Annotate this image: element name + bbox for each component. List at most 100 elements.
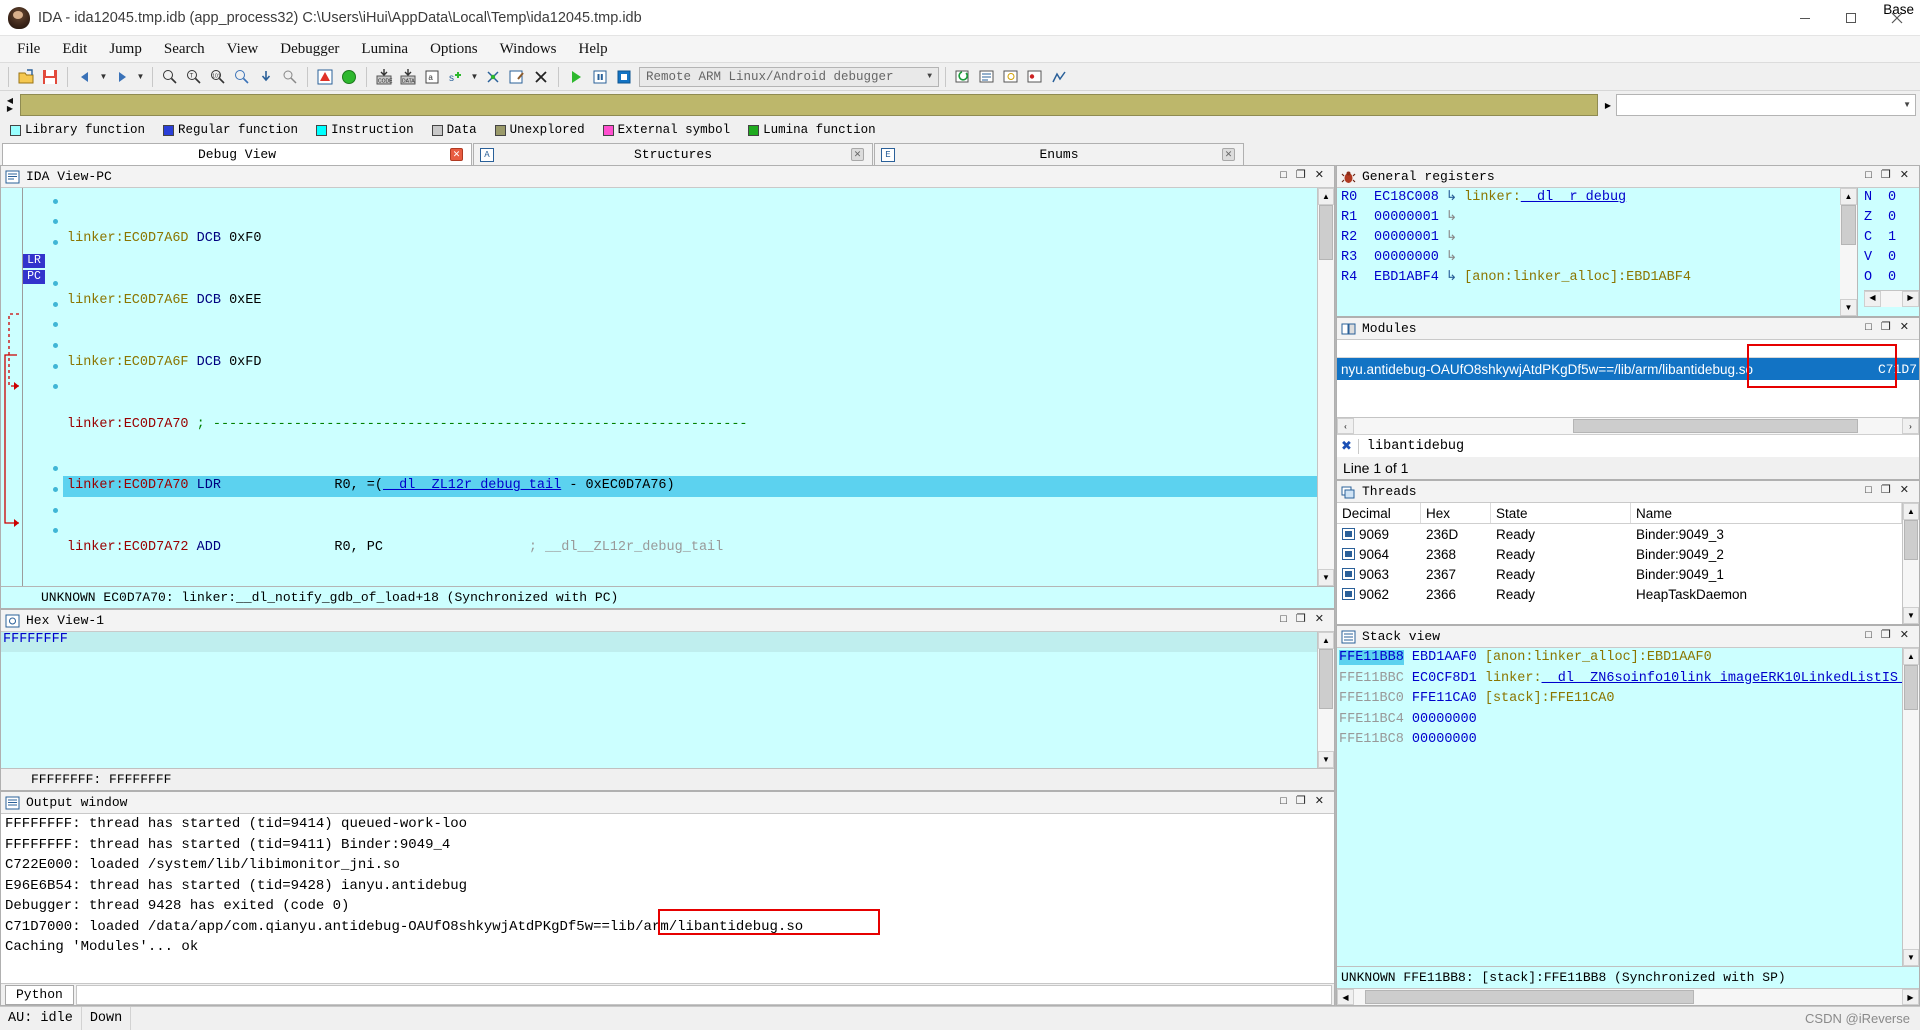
- modules-column-header[interactable]: Base: [1337, 2, 1919, 358]
- tab-close-icon[interactable]: ✕: [1222, 148, 1235, 161]
- disassembly-line[interactable]: linker:EC0D7A6F DCB 0xFD: [63, 353, 1317, 374]
- forward-dropdown-icon[interactable]: ▼: [135, 66, 146, 88]
- register-row[interactable]: R4 EBD1ABF4 ↳ [anon:linker_alloc]:EBD1AB…: [1341, 268, 1840, 288]
- menu-lumina[interactable]: Lumina: [350, 38, 419, 61]
- search-hex-icon[interactable]: [159, 66, 181, 88]
- stack-row[interactable]: FFE11BC8 00000000: [1339, 730, 1902, 751]
- stack-listing[interactable]: FFE11BB8 EBD1AAF0 [anon:linker_alloc]:EB…: [1337, 648, 1902, 966]
- menu-help[interactable]: Help: [568, 38, 619, 61]
- register-row[interactable]: R1 00000001 ↳: [1341, 208, 1840, 228]
- tab-close-icon[interactable]: ✕: [851, 148, 864, 161]
- threads-vertical-scrollbar[interactable]: ▲ ▼: [1902, 503, 1919, 624]
- registers-flags[interactable]: N0 Z0 C1 V0 O0 ◀ ▶: [1857, 188, 1919, 316]
- restore-button[interactable]: □: [1280, 171, 1287, 182]
- scroll-down-icon[interactable]: ▼: [1318, 751, 1334, 768]
- stack-row[interactable]: FFE11BC4 00000000: [1339, 710, 1902, 731]
- undefine-icon[interactable]: [482, 66, 504, 88]
- table-row[interactable]: 9064 2368 Ready Binder:9049_2: [1337, 544, 1902, 564]
- struct-dropdown-icon[interactable]: ▼: [469, 66, 480, 88]
- run-icon[interactable]: [565, 66, 587, 88]
- stack-value[interactable]: EC0CF8D1: [1412, 671, 1477, 686]
- disassembly-line[interactable]: linker:EC0D7A6E DCB 0xEE: [63, 291, 1317, 312]
- table-row[interactable]: 9069 236D Ready Binder:9049_3: [1337, 524, 1902, 544]
- registers-list[interactable]: R0 EC18C008 ↳ linker:__dl__r_debug R1 00…: [1337, 188, 1840, 316]
- minimize-button[interactable]: [1782, 0, 1828, 36]
- registers-vertical-scrollbar[interactable]: ▲ ▼: [1840, 188, 1857, 316]
- breakpoints-icon[interactable]: [1024, 66, 1046, 88]
- scroll-thumb[interactable]: [1904, 665, 1918, 710]
- scroll-right-icon[interactable]: ▶: [1902, 291, 1919, 307]
- scroll-thumb[interactable]: [1364, 990, 1694, 1004]
- make-code-icon[interactable]: CODE: [373, 66, 395, 88]
- close-button[interactable]: ✕: [1900, 323, 1909, 334]
- stop-icon[interactable]: [613, 66, 635, 88]
- stack-view-content[interactable]: FFE11BB8 EBD1AAF0 [anon:linker_alloc]:EB…: [1337, 648, 1919, 966]
- close-button[interactable]: ✕: [1315, 171, 1324, 182]
- scroll-thumb[interactable]: [1841, 205, 1856, 245]
- register-row[interactable]: R0 EC18C008 ↳ linker:__dl__r_debug: [1341, 188, 1840, 208]
- scroll-right-icon[interactable]: ›: [1902, 418, 1919, 434]
- scroll-right-icon[interactable]: ▶: [1902, 989, 1919, 1005]
- scroll-down-icon[interactable]: ▼: [1840, 299, 1857, 316]
- make-array-icon[interactable]: a: [421, 66, 443, 88]
- hex-line[interactable]: FFFFFFFF: [1, 632, 1317, 652]
- save-icon[interactable]: [39, 66, 61, 88]
- scroll-thumb[interactable]: [1573, 419, 1859, 433]
- maximize-button[interactable]: ❐: [1296, 797, 1306, 808]
- modules-filter-value[interactable]: libantidebug: [1357, 438, 1915, 454]
- scroll-up-icon[interactable]: ▲: [1903, 503, 1919, 520]
- disassembly-vertical-scrollbar[interactable]: ▲ ▼: [1317, 188, 1334, 586]
- scroll-track[interactable]: [1318, 205, 1334, 569]
- stack-row[interactable]: FFE11BC0 FFE11CA0 [stack]:FFE11CA0: [1339, 689, 1902, 710]
- forward-arrow-icon[interactable]: [111, 66, 133, 88]
- scroll-up-icon[interactable]: ▲: [1840, 188, 1857, 205]
- close-button[interactable]: ✕: [1900, 486, 1909, 497]
- warning-icon[interactable]: [314, 66, 336, 88]
- close-button[interactable]: ✕: [1900, 171, 1909, 182]
- scroll-up-icon[interactable]: ▲: [1903, 648, 1919, 665]
- threads-col-decimal[interactable]: Decimal: [1337, 503, 1421, 523]
- stack-horizontal-scrollbar[interactable]: ◀ ▶: [1337, 988, 1919, 1005]
- menu-windows[interactable]: Windows: [489, 38, 568, 61]
- disassembly-line[interactable]: linker:EC0D7A72 ADD R0, PC ; __dl__ZL12r…: [63, 538, 1317, 559]
- scroll-thumb[interactable]: [1904, 520, 1918, 560]
- scroll-up-icon[interactable]: ▲: [1318, 632, 1334, 649]
- navigator-overview[interactable]: [20, 94, 1598, 116]
- debugger-options-icon[interactable]: [976, 66, 998, 88]
- menu-search[interactable]: Search: [153, 38, 216, 61]
- nav-scroll-left[interactable]: ◀ ▶: [2, 92, 18, 118]
- stack-value[interactable]: FFE11CA0: [1412, 691, 1477, 706]
- table-row[interactable]: 9063 2367 Ready Binder:9049_1: [1337, 564, 1902, 584]
- no-search-icon[interactable]: [279, 66, 301, 88]
- open-file-icon[interactable]: [15, 66, 37, 88]
- hex-view-content[interactable]: FFFFFFFF ▲ ▼: [1, 632, 1334, 768]
- disassembly-listing[interactable]: linker:EC0D7A6D DCB 0xF0 linker:EC0D7A6E…: [63, 188, 1317, 586]
- restore-button[interactable]: □: [1865, 486, 1872, 497]
- register-value[interactable]: EBD1ABF4: [1374, 268, 1439, 288]
- modules-filter-bar[interactable]: ✖ libantidebug: [1337, 434, 1919, 457]
- modules-horizontal-scrollbar[interactable]: ‹ ›: [1337, 417, 1919, 434]
- restore-button[interactable]: □: [1865, 323, 1872, 334]
- flag-row[interactable]: C1: [1864, 228, 1919, 248]
- disassembly-content[interactable]: LR PC linker:EC0D7A6D DCB 0xF0 linker:EC…: [1, 188, 1334, 586]
- disassembly-line[interactable]: linker:EC0D7A6D DCB 0xF0: [63, 229, 1317, 250]
- make-data-icon[interactable]: DATA: [397, 66, 419, 88]
- menu-view[interactable]: View: [216, 38, 270, 61]
- scroll-track[interactable]: [1318, 649, 1334, 751]
- flag-row[interactable]: V0: [1864, 248, 1919, 268]
- nav-scroll-right[interactable]: ▶: [1600, 92, 1616, 118]
- restore-button[interactable]: □: [1280, 797, 1287, 808]
- delete-icon[interactable]: [530, 66, 552, 88]
- refresh-memory-icon[interactable]: [952, 66, 974, 88]
- scroll-up-icon[interactable]: ▲: [1318, 188, 1334, 205]
- scroll-left-icon[interactable]: ◀: [1337, 989, 1354, 1005]
- flag-value[interactable]: 0: [1888, 208, 1896, 228]
- back-arrow-icon[interactable]: [74, 66, 96, 88]
- edit-function-icon[interactable]: [506, 66, 528, 88]
- scroll-left-icon[interactable]: ‹: [1337, 418, 1354, 434]
- flag-value[interactable]: 0: [1888, 188, 1896, 208]
- stack-vertical-scrollbar[interactable]: ▲ ▼: [1902, 648, 1919, 966]
- flag-value[interactable]: 0: [1888, 268, 1896, 288]
- python-tab[interactable]: Python: [5, 984, 74, 1005]
- restore-button[interactable]: □: [1865, 171, 1872, 182]
